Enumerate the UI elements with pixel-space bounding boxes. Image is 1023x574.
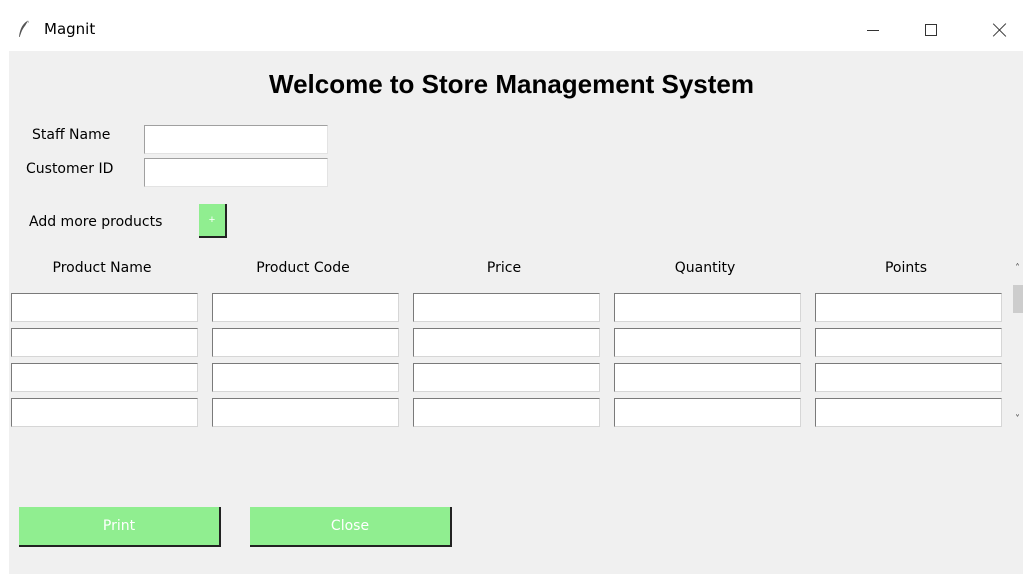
price-input[interactable] [413, 293, 600, 322]
add-product-button[interactable]: + [199, 204, 227, 238]
quantity-input[interactable] [614, 363, 801, 392]
page-title: Welcome to Store Management System [269, 69, 754, 99]
product-code-input[interactable] [212, 328, 399, 357]
product-code-input[interactable] [212, 293, 399, 322]
maximize-button[interactable] [908, 12, 954, 48]
minimize-icon [867, 29, 879, 31]
product-name-input[interactable] [11, 328, 198, 357]
customer-id-input[interactable] [144, 158, 328, 187]
add-more-products-label: Add more products [29, 214, 163, 230]
column-header-price: Price [486, 260, 522, 276]
title-bar: Magnit [0, 12, 1023, 48]
scroll-down-icon[interactable]: ˅ [1012, 412, 1023, 426]
main-window-content: Welcome to Store Management System Staff… [9, 51, 1023, 574]
scroll-up-icon[interactable]: ˄ [1012, 261, 1023, 275]
close-window-button[interactable] [977, 12, 1023, 48]
column-header-points: Points [884, 260, 928, 276]
column-header-product-code: Product Code [256, 260, 350, 276]
product-name-input[interactable] [11, 363, 198, 392]
window-title: Magnit [44, 20, 96, 38]
scrollbar-thumb[interactable] [1013, 285, 1023, 313]
customer-id-label: Customer ID [26, 161, 114, 177]
points-input[interactable] [815, 363, 1002, 392]
feather-icon [19, 19, 30, 38]
column-header-product-name: Product Name [52, 260, 152, 276]
price-input[interactable] [413, 363, 600, 392]
close-button[interactable]: Close [250, 507, 452, 547]
quantity-input[interactable] [614, 328, 801, 357]
staff-name-input[interactable] [144, 125, 328, 154]
product-code-input[interactable] [212, 398, 399, 427]
price-input[interactable] [413, 328, 600, 357]
minimize-button[interactable] [850, 12, 896, 48]
price-input[interactable] [413, 398, 600, 427]
column-header-quantity: Quantity [674, 260, 736, 276]
print-button[interactable]: Print [19, 507, 221, 547]
product-name-input[interactable] [11, 293, 198, 322]
product-name-input[interactable] [11, 398, 198, 427]
staff-name-label: Staff Name [32, 127, 111, 143]
quantity-input[interactable] [614, 398, 801, 427]
table-scrollbar[interactable]: ˄ ˅ [1012, 261, 1023, 426]
points-input[interactable] [815, 293, 1002, 322]
close-icon [992, 22, 1008, 38]
quantity-input[interactable] [614, 293, 801, 322]
points-input[interactable] [815, 328, 1002, 357]
maximize-icon [925, 24, 937, 36]
product-code-input[interactable] [212, 363, 399, 392]
points-input[interactable] [815, 398, 1002, 427]
